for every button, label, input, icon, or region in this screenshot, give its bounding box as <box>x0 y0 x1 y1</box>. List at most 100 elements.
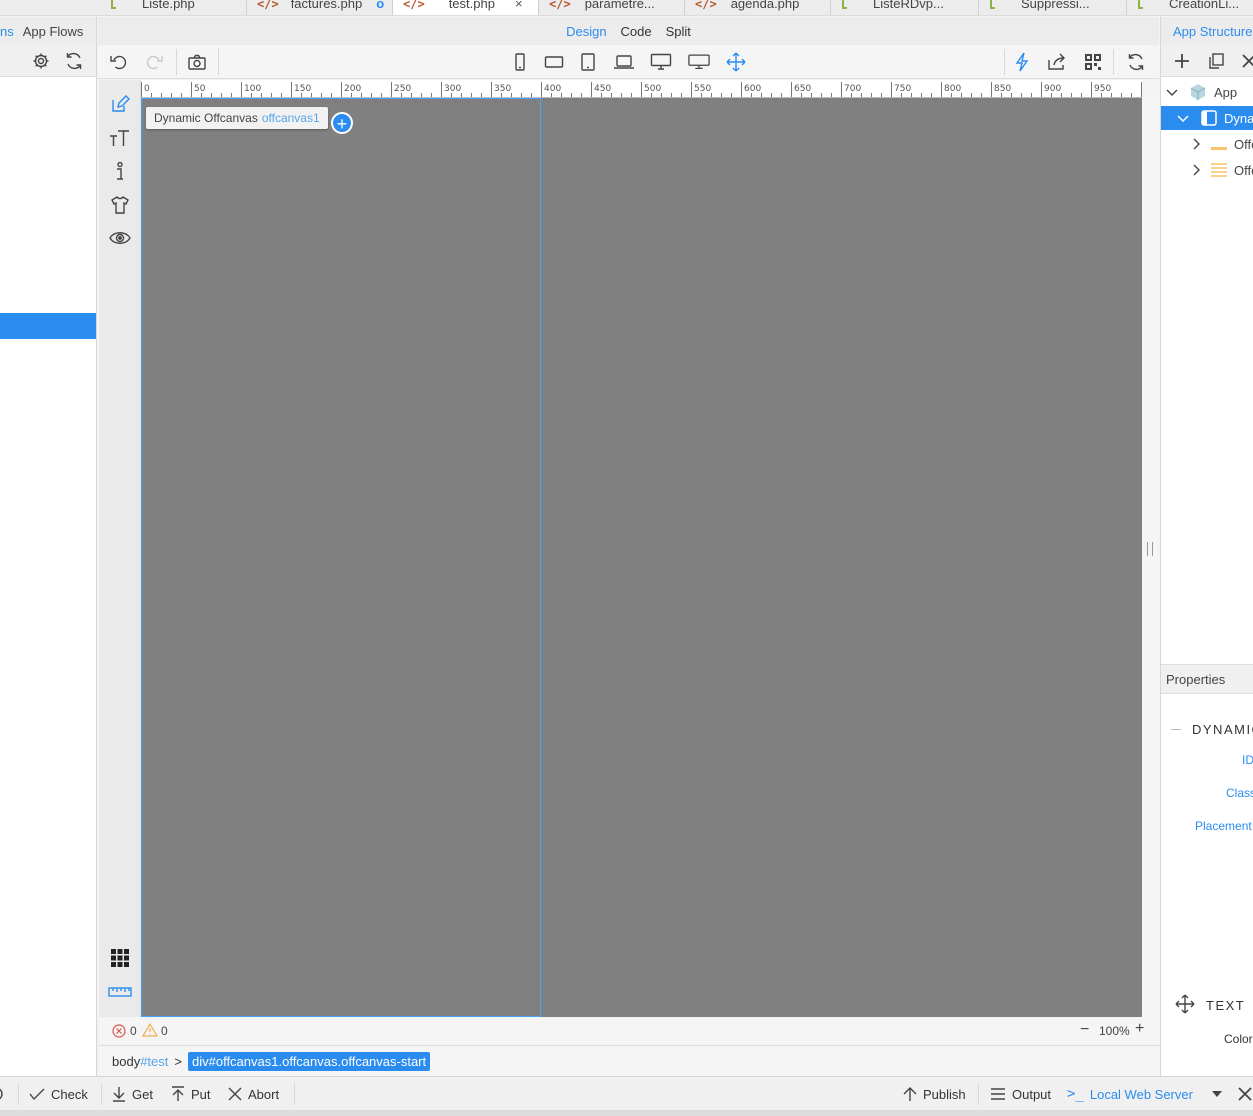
breadcrumb-body-id[interactable]: #test <box>140 1054 168 1069</box>
tab-truncated[interactable]: ns <box>0 24 14 39</box>
prop-color-label: Color <box>1224 1032 1253 1046</box>
ruler-tick-label: 250 <box>394 84 411 94</box>
file-tab-suppression[interactable]: Suppressi... <box>979 0 1127 15</box>
duplicate-icon[interactable] <box>1207 52 1225 70</box>
splitter-grip-icon[interactable] <box>1147 542 1153 556</box>
check-button[interactable]: Check <box>29 1077 88 1111</box>
redo-icon[interactable] <box>143 51 165 73</box>
chevron-down-icon[interactable] <box>1166 86 1178 98</box>
text-size-icon[interactable] <box>108 126 132 150</box>
element-id-label: offcanvas1 <box>261 111 320 125</box>
breadcrumb-active-element[interactable]: div#offcanvas1.offcanvas.offcanvas-start <box>187 1051 431 1071</box>
zoom-in-button[interactable]: + <box>1135 1020 1144 1038</box>
info-icon[interactable] <box>108 159 132 183</box>
error-icon[interactable] <box>112 1024 126 1038</box>
phone-portrait-icon[interactable] <box>509 51 531 73</box>
get-button[interactable]: Get <box>112 1077 153 1111</box>
file-tab-label: factures.php <box>290 0 363 11</box>
large-desktop-icon[interactable] <box>688 51 710 73</box>
output-button[interactable]: Output <box>990 1077 1051 1111</box>
chevron-down-icon[interactable] <box>1177 112 1189 124</box>
file-tab-label: CreationLi... <box>1169 0 1240 11</box>
move-arrows-icon[interactable] <box>1175 994 1195 1014</box>
file-tab-agenda[interactable]: </> agenda.php <box>685 0 831 15</box>
design-toolbar <box>98 45 1159 79</box>
server-label: Local Web Server <box>1089 1086 1193 1102</box>
left-panel-toolbar <box>0 45 96 77</box>
taskbar-strip <box>0 1110 1253 1116</box>
file-tab-label: Liste.php <box>142 0 195 11</box>
desktop-icon[interactable] <box>650 51 672 73</box>
design-canvas[interactable]: Dynamic Offcanvas offcanvas1 + <box>141 98 1142 1017</box>
qr-code-icon[interactable] <box>1082 51 1104 73</box>
ruler-tick-label: 300 <box>444 84 461 94</box>
element-label[interactable]: Dynamic Offcanvas offcanvas1 <box>146 107 328 129</box>
file-tab-creation[interactable]: CreationLi... <box>1127 0 1253 15</box>
put-label: Put <box>191 1086 211 1102</box>
tab-app-structure[interactable]: App Structure <box>1161 17 1253 45</box>
tab-code[interactable]: Code <box>621 24 652 39</box>
tablet-icon[interactable] <box>577 51 599 73</box>
add-element-button[interactable]: + <box>331 112 353 134</box>
delete-icon[interactable] <box>1241 53 1253 69</box>
laptop-icon[interactable] <box>613 51 635 73</box>
tab-design[interactable]: Design <box>566 24 606 39</box>
put-button[interactable]: Put <box>171 1077 211 1111</box>
undo-icon[interactable] <box>108 51 130 73</box>
publish-button[interactable]: Publish <box>903 1077 966 1111</box>
grid-icon[interactable] <box>108 946 132 970</box>
camera-icon[interactable] <box>186 51 208 73</box>
left-panel: ns App Flows <box>0 17 97 1076</box>
close-tab-icon[interactable]: × <box>515 0 523 10</box>
close-panel-icon[interactable] <box>1238 1077 1252 1111</box>
phone-landscape-icon[interactable] <box>543 51 565 73</box>
tab-split[interactable]: Split <box>666 24 691 39</box>
tree-item-label: Offcanvas <box>1234 136 1253 152</box>
gear-icon[interactable] <box>32 52 50 70</box>
toolbar-divider <box>218 49 219 75</box>
tree-item-offcanvas-header[interactable]: Offcanvas <box>1161 132 1253 156</box>
server-dropdown-icon[interactable] <box>1212 1077 1222 1111</box>
zoom-out-button[interactable]: − <box>1080 1021 1089 1039</box>
ruler-tick-label: 650 <box>794 84 811 94</box>
edit-icon[interactable] <box>108 92 132 116</box>
toolbar-divider <box>18 1083 19 1105</box>
tree-item-offcanvas-body[interactable]: Offcanvas <box>1161 158 1253 182</box>
ruler-tick-label: 700 <box>844 84 861 94</box>
offcanvas-selection-outline[interactable] <box>141 98 541 1017</box>
file-tab-test[interactable]: </> test.php × <box>393 0 539 15</box>
style-shirt-icon[interactable] <box>108 193 132 217</box>
ruler-tick-label: 900 <box>1044 84 1061 94</box>
abort-button[interactable]: Abort <box>228 1077 279 1111</box>
selected-flow-item[interactable] <box>0 313 96 339</box>
local-web-server-button[interactable]: >_ Local Web Server <box>1067 1077 1193 1111</box>
arrow-up-icon <box>903 1087 917 1101</box>
partial-circle-icon[interactable] <box>0 1077 4 1111</box>
tree-item-dynamic-offcanvas[interactable]: Dynamic <box>1161 106 1253 130</box>
file-tab-listerdvp[interactable]: ListeRDvp... <box>831 0 979 15</box>
check-icon <box>29 1088 45 1101</box>
element-type-label: Dynamic Offcanvas <box>154 111 258 125</box>
move-arrows-icon[interactable] <box>725 51 747 73</box>
canvas-splitter[interactable] <box>1142 98 1159 1017</box>
share-icon[interactable] <box>1046 51 1068 73</box>
breadcrumb-body[interactable]: body <box>112 1054 140 1069</box>
toolbar-divider <box>294 1083 295 1105</box>
eye-icon[interactable] <box>108 226 132 250</box>
collapse-dash-icon[interactable] <box>1171 729 1181 730</box>
tab-app-flows[interactable]: App Flows <box>23 24 84 39</box>
chevron-right-icon[interactable] <box>1190 138 1202 150</box>
lightning-icon[interactable] <box>1011 51 1033 73</box>
code-icon: </> <box>403 0 425 11</box>
warning-icon[interactable] <box>142 1023 158 1037</box>
add-icon[interactable] <box>1173 52 1191 70</box>
ruler-icon[interactable] <box>108 980 132 1004</box>
chevron-right-icon[interactable] <box>1190 164 1202 176</box>
file-tab-factures[interactable]: </> factures.php o <box>247 0 393 15</box>
refresh-icon[interactable] <box>1125 51 1147 73</box>
abort-label: Abort <box>248 1086 280 1102</box>
tree-item-app[interactable]: App <box>1161 80 1237 104</box>
file-tab-parametre[interactable]: </> parametre... <box>539 0 685 15</box>
file-tab-liste[interactable]: Liste.php <box>100 0 247 15</box>
refresh-icon[interactable] <box>64 51 84 71</box>
